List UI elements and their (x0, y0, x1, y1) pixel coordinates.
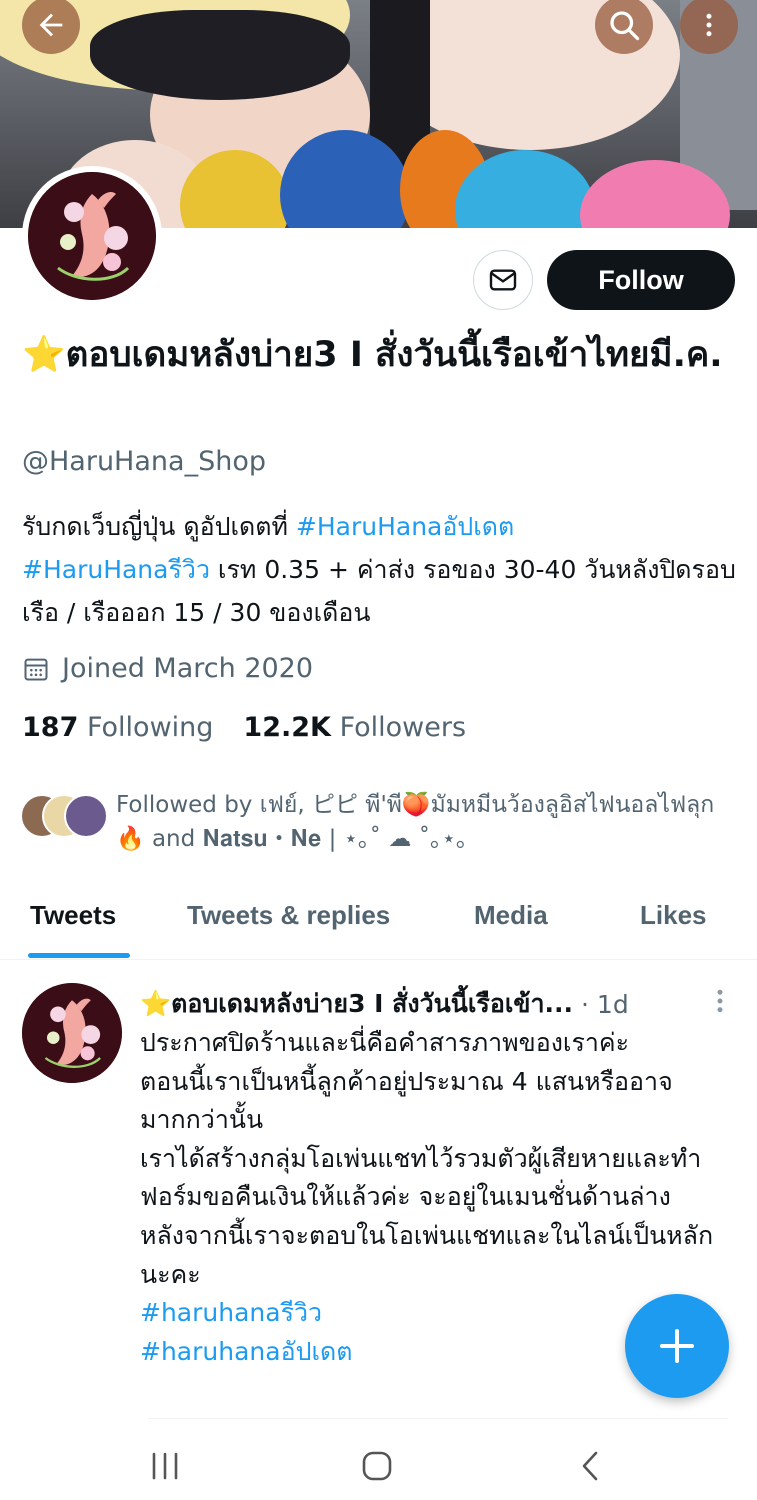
message-button[interactable] (473, 250, 533, 310)
plus-icon (660, 1329, 694, 1363)
arrow-left-icon (39, 13, 63, 37)
avatar-illustration (28, 172, 156, 300)
tab-media[interactable]: Media (474, 900, 548, 931)
bio-hashtag-update[interactable]: #HaruHanaอัปเดต (296, 512, 514, 541)
follower-avatars (20, 794, 108, 844)
avatar (64, 794, 108, 838)
tweet-avatar[interactable] (22, 983, 122, 1083)
tab-likes[interactable]: Likes (640, 900, 707, 931)
followers-link[interactable]: 12.2K Followers (243, 712, 466, 743)
recent-apps-icon[interactable] (148, 1450, 182, 1482)
following-label: Following (86, 712, 214, 743)
following-link[interactable]: 187 Following (22, 712, 213, 743)
tweet-time[interactable]: · 1d (581, 990, 629, 1019)
profile-tabs: Tweets Tweets & replies Media Likes (0, 878, 757, 960)
joined-text: Joined March 2020 (62, 653, 314, 684)
envelope-icon (489, 269, 517, 291)
display-name: ⭐ตอบเดมหลังบ่าย3 I สั่งวันนี้เรือเข้าไทย… (22, 330, 737, 380)
tweet-line: ประกาศปิดร้านและนี่คือคำสารภาพของเราค่ะ (140, 1028, 630, 1057)
follow-counts: 187 Following 12.2K Followers (22, 712, 466, 743)
followers-count: 12.2K (243, 712, 331, 743)
profile-avatar[interactable] (22, 166, 162, 306)
bio-hashtag-review[interactable]: #HaruHanaรีวิว (22, 555, 210, 584)
tweet-line: ตอนนี้เราเป็นหนี้ลูกค้าอยู่ประมาณ 4 แสนห… (140, 1066, 673, 1135)
followed-by[interactable]: Followed by เฟย์, ピピ พี'พี🍑มัมหมีนว้องลู… (20, 788, 740, 856)
active-tab-indicator (28, 953, 130, 958)
bio-prefix: รับกดเว็บญี่ปุ่น ดูอัปเดตที่ (22, 512, 296, 541)
avatar-illustration (22, 983, 122, 1083)
more-vertical-icon (706, 13, 712, 37)
more-vertical-icon (717, 989, 723, 1013)
tweet-author[interactable]: ⭐ตอบเดมหลังบ่าย3 I สั่งวันนี้เรือเข้า... (140, 984, 573, 1024)
system-back-icon[interactable] (574, 1450, 608, 1482)
home-icon[interactable] (360, 1450, 394, 1482)
compose-button[interactable] (625, 1294, 729, 1398)
joined-date: Joined March 2020 (22, 653, 313, 684)
star-emoji: ⭐ (22, 335, 66, 375)
tweet-line: หลังจากนี้เราจะตอบในโอเพ่นแชทและในไลน์เป… (140, 1220, 714, 1289)
tweet-more-button[interactable] (712, 986, 728, 1023)
tweet-line: เราได้สร้างกลุ่มโอเพ่นแชทไว้รวมตัวผู้เสี… (140, 1143, 702, 1212)
system-nav-bar (0, 1430, 757, 1500)
tweet-header: ⭐ตอบเดมหลังบ่าย3 I สั่งวันนี้เรือเข้า...… (140, 984, 740, 1024)
display-name-text: ตอบเดมหลังบ่าย3 I สั่งวันนี้เรือเข้าไทยม… (65, 335, 723, 375)
tab-tweets-replies[interactable]: Tweets & replies (187, 900, 390, 931)
tab-tweets[interactable]: Tweets (30, 900, 116, 931)
followers-label: Followers (339, 712, 467, 743)
following-count: 187 (22, 712, 79, 743)
calendar-icon (24, 658, 48, 680)
profile-handle: @HaruHana_Shop (22, 446, 266, 477)
search-icon (610, 11, 640, 41)
profile-bio: รับกดเว็บญี่ปุ่น ดูอัปเดตที่ #HaruHanaอั… (22, 505, 742, 634)
follow-button[interactable]: Follow (547, 250, 735, 310)
followed-by-text: Followed by เฟย์, ピピ พี'พี🍑มัมหมีนว้องลู… (116, 792, 715, 852)
banner-plush (90, 10, 350, 100)
